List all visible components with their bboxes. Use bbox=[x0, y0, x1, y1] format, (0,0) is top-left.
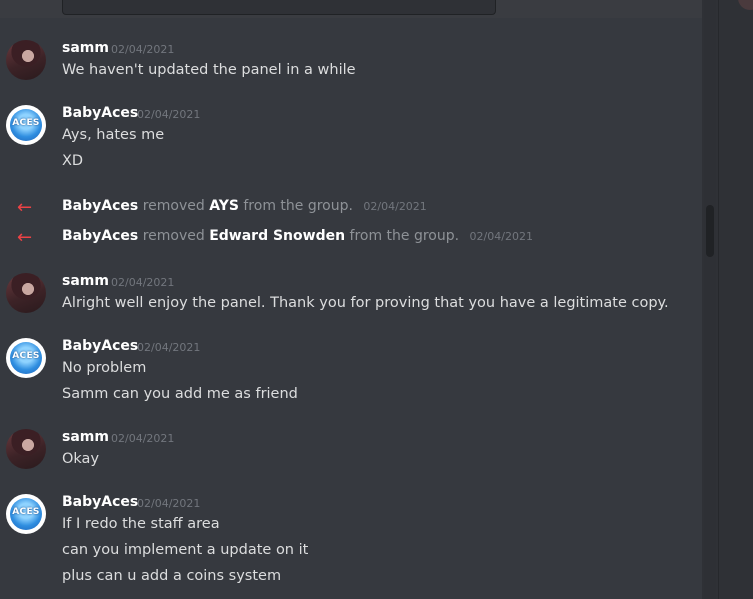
message-timestamp: 02/04/2021 bbox=[137, 497, 201, 510]
message-text: plus can u add a coins system bbox=[62, 568, 282, 584]
message-author[interactable]: BabyAces bbox=[62, 494, 138, 510]
system-actor[interactable]: BabyAces bbox=[62, 198, 138, 214]
message-text: No problem bbox=[62, 360, 147, 376]
scrollbar-thumb[interactable] bbox=[706, 205, 714, 257]
message-author[interactable]: BabyAces bbox=[62, 105, 138, 121]
message-text: Samm can you add me as friend bbox=[62, 386, 298, 402]
left-arrow-icon: ← bbox=[17, 197, 33, 218]
avatar[interactable] bbox=[6, 273, 46, 313]
message-timestamp: 02/04/2021 bbox=[111, 43, 175, 56]
system-message: BabyAces removed Edward Snowden from the… bbox=[62, 228, 533, 244]
system-actor[interactable]: BabyAces bbox=[62, 228, 138, 244]
message-timestamp: 02/04/2021 bbox=[111, 276, 175, 289]
message-timestamp: 02/04/2021 bbox=[111, 432, 175, 445]
message-timestamp: 02/04/2021 bbox=[137, 108, 201, 121]
system-verb: removed bbox=[142, 198, 205, 214]
system-suffix: from the group. bbox=[243, 198, 353, 214]
system-target[interactable]: AYS bbox=[209, 198, 239, 214]
system-suffix: from the group. bbox=[349, 228, 460, 244]
avatar[interactable]: ACES bbox=[6, 338, 46, 378]
avatar-logo-text: ACES bbox=[12, 118, 40, 128]
message-text: Alright well enjoy the panel. Thank you … bbox=[62, 295, 669, 311]
message-author[interactable]: BabyAces bbox=[62, 338, 138, 354]
scrollbar-track[interactable] bbox=[704, 0, 716, 599]
avatar[interactable] bbox=[6, 40, 46, 80]
avatar[interactable] bbox=[6, 429, 46, 469]
system-target[interactable]: Edward Snowden bbox=[209, 228, 345, 244]
message-text: XD bbox=[62, 153, 84, 169]
message-author[interactable]: samm bbox=[62, 273, 109, 289]
chat-area: samm 02/04/2021 We haven't updated the p… bbox=[0, 0, 702, 599]
system-timestamp: 02/04/2021 bbox=[469, 230, 533, 243]
system-verb: removed bbox=[142, 228, 205, 244]
panel-divider bbox=[718, 0, 719, 599]
system-message: BabyAces removed AYS from the group. 02/… bbox=[62, 198, 427, 214]
avatar-logo-text: ACES bbox=[12, 507, 40, 517]
message-text: Okay bbox=[62, 451, 100, 467]
system-timestamp: 02/04/2021 bbox=[363, 200, 427, 213]
left-arrow-icon: ← bbox=[17, 227, 33, 248]
message-author[interactable]: samm bbox=[62, 429, 109, 445]
avatar[interactable]: ACES bbox=[6, 494, 46, 534]
previous-embed bbox=[62, 0, 496, 15]
message-author[interactable]: samm bbox=[62, 40, 109, 56]
avatar-logo-text: ACES bbox=[12, 351, 40, 361]
message-text: We haven't updated the panel in a while bbox=[62, 62, 356, 78]
message-text: Ays, hates me bbox=[62, 127, 165, 143]
message-text: If I redo the staff area bbox=[62, 516, 220, 532]
message-text: can you implement a update on it bbox=[62, 542, 309, 558]
message-timestamp: 02/04/2021 bbox=[137, 341, 201, 354]
avatar[interactable]: ACES bbox=[6, 105, 46, 145]
